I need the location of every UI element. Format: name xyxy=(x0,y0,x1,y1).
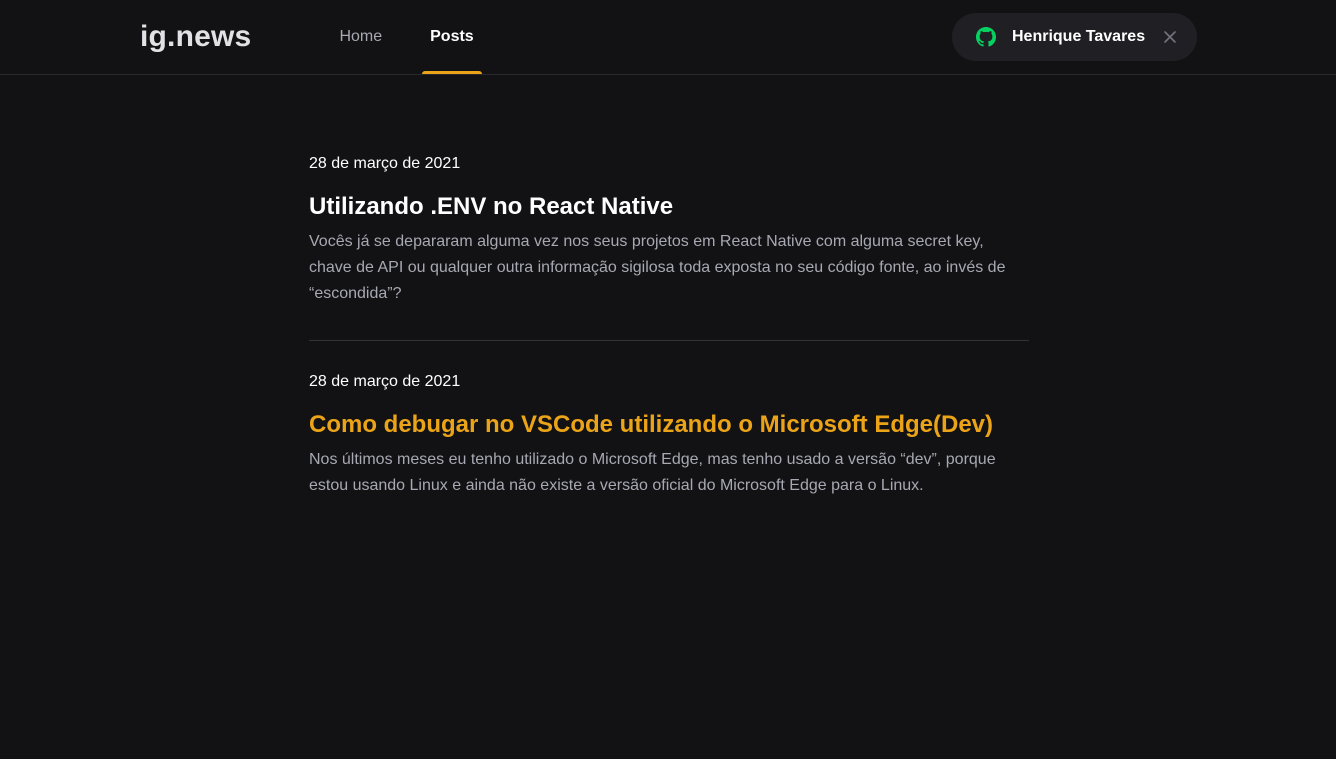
user-signout-button[interactable]: Henrique Tavares xyxy=(952,13,1197,61)
post-item[interactable]: 28 de março de 2021 Utilizando .ENV no R… xyxy=(309,75,1029,341)
post-item[interactable]: 28 de março de 2021 Como debugar no VSCo… xyxy=(309,341,1029,499)
post-title[interactable]: Como debugar no VSCode utilizando o Micr… xyxy=(309,411,1029,439)
posts-list: 28 de março de 2021 Utilizando .ENV no R… xyxy=(309,75,1029,499)
post-date: 28 de março de 2021 xyxy=(309,373,461,390)
post-excerpt: Vocês já se depararam alguma vez nos seu… xyxy=(309,233,1006,302)
main-nav: Home Posts xyxy=(339,0,521,74)
close-icon[interactable] xyxy=(1163,30,1177,44)
logo[interactable]: ig.news xyxy=(140,20,251,54)
post-date: 28 de março de 2021 xyxy=(309,155,461,172)
post-title[interactable]: Utilizando .ENV no React Native xyxy=(309,193,1029,221)
site-header: ig.news Home Posts Henrique Tavares xyxy=(0,0,1336,75)
github-icon xyxy=(976,27,996,47)
header-content: ig.news Home Posts Henrique Tavares xyxy=(140,0,1197,74)
user-name: Henrique Tavares xyxy=(1012,28,1146,45)
nav-link-posts[interactable]: Posts xyxy=(422,0,482,74)
post-excerpt: Nos últimos meses eu tenho utilizado o M… xyxy=(309,451,996,494)
nav-link-home[interactable]: Home xyxy=(339,0,382,74)
